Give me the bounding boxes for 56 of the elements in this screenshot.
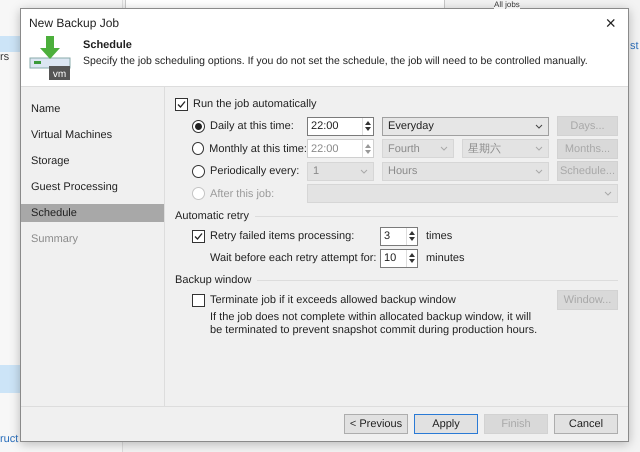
number-field[interactable]: 3 xyxy=(380,226,418,246)
checkbox[interactable] xyxy=(192,294,205,306)
chevron-down-icon xyxy=(440,146,448,152)
background-text: ruct xyxy=(0,433,18,445)
checkbox-label: Terminate job if it exceeds allowed backup window xyxy=(210,294,456,306)
chevron-down-icon xyxy=(535,168,543,174)
spin-up-icon[interactable] xyxy=(409,253,415,257)
vm-logo-text: vm xyxy=(52,69,66,80)
radio-button[interactable] xyxy=(192,142,204,156)
chevron-down-icon xyxy=(535,146,543,152)
number-field[interactable]: 10 xyxy=(380,248,418,268)
checkbox[interactable] xyxy=(175,98,188,110)
background-text: rs xyxy=(0,51,10,63)
section-title: Automatic retry xyxy=(175,210,249,222)
background-text: All jobs xyxy=(494,0,520,9)
dropdown[interactable]: Everyday xyxy=(382,116,549,136)
wizard-step[interactable]: Storage xyxy=(21,152,164,170)
radio-button[interactable] xyxy=(192,120,205,133)
checkbox-label: Run the job automatically xyxy=(193,98,317,110)
radio-label: Monthly at this time: xyxy=(209,142,307,155)
wizard-step[interactable]: Virtual Machines xyxy=(21,126,164,144)
wizard-step[interactable]: Name xyxy=(21,100,164,118)
window-title: New Backup Job xyxy=(29,16,120,30)
page-description: Specify the job scheduling options. If you do not set the schedule, the job will need to be controlled manually. xyxy=(83,55,588,67)
spin-down-icon[interactable] xyxy=(365,127,371,132)
section-title: Backup window xyxy=(175,274,252,286)
checkbox[interactable] xyxy=(192,230,205,242)
checkbox-label: Retry failed items processing: xyxy=(210,230,354,242)
spin-up-icon[interactable] xyxy=(409,231,415,235)
unit-label: times xyxy=(426,230,452,242)
check-icon xyxy=(177,100,186,108)
chevron-down-icon xyxy=(535,124,543,129)
close-button[interactable]: × xyxy=(601,14,620,32)
footer-button[interactable]: Cancel xyxy=(554,414,618,434)
spin-down-icon[interactable] xyxy=(409,237,415,241)
unit-label: minutes xyxy=(426,252,465,264)
wizard-step[interactable]: Schedule xyxy=(21,204,164,222)
time-field[interactable]: 22:00 xyxy=(307,116,374,136)
radio-label: After this job: xyxy=(210,188,274,200)
radio-label: Periodically every: xyxy=(210,165,300,178)
wizard-step[interactable]: Guest Processing xyxy=(21,178,164,196)
chevron-down-icon xyxy=(360,168,368,174)
footer-button[interactable]: Apply xyxy=(414,414,478,434)
spin-up-icon[interactable] xyxy=(365,121,371,126)
footer-button[interactable]: < Previous xyxy=(344,414,408,434)
page-title: Schedule xyxy=(83,39,133,51)
field-label: Wait before each retry attempt for: xyxy=(210,252,376,264)
list-row-highlight xyxy=(0,36,20,52)
radio-button[interactable] xyxy=(192,164,205,178)
radio-label: Daily at this time: xyxy=(210,120,294,132)
check-icon xyxy=(194,232,203,240)
spin-down-icon[interactable] xyxy=(409,259,415,263)
background-text: st xyxy=(630,40,639,52)
list-row-highlight xyxy=(0,365,20,393)
help-text: If the job does not complete within allocated backup window, it will be terminated to prevent snapshot commit during production hours. xyxy=(209,311,538,337)
chevron-down-icon xyxy=(604,191,612,196)
